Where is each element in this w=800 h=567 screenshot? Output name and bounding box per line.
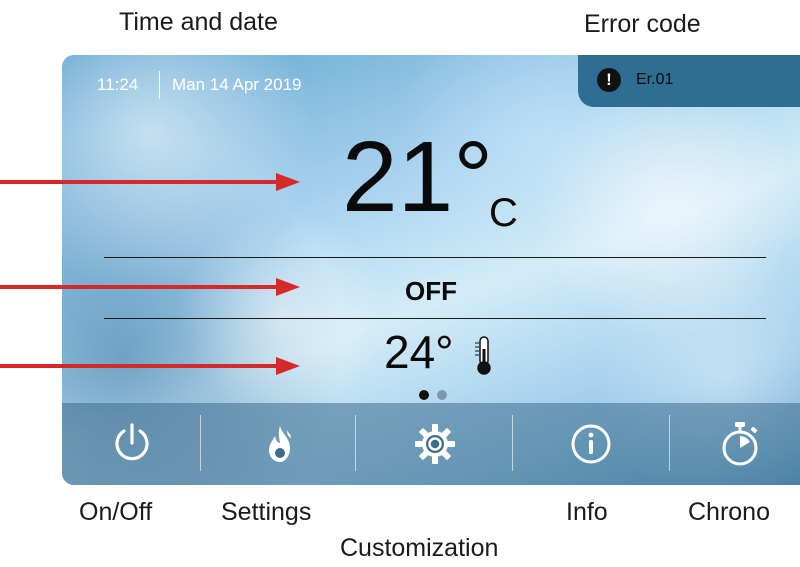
thermostat-screen: 11:24 Man 14 Apr 2019 ! Er.01 21° C OFF … [62,55,800,485]
label-settings: Settings [221,498,312,526]
nav-divider [512,415,513,471]
clock-time: 11:24 [97,75,139,94]
info-button[interactable] [521,403,661,485]
flame-icon [269,426,291,462]
time-date-divider [159,71,160,99]
chrono-button[interactable] [670,403,800,485]
callout-error-code: Error code [584,10,701,38]
nav-divider [200,415,201,471]
error-code-text: Er.01 [636,71,674,88]
info-icon [571,424,611,464]
label-on-off: On/Off [79,498,153,526]
setpoint-temperature[interactable]: 24° [384,327,454,377]
page-dot-active[interactable] [419,390,429,400]
on-off-button[interactable] [62,403,202,485]
clock-date: Man 14 Apr 2019 [172,75,302,94]
thermometer-icon [475,336,491,375]
arrow-to-room-temperature [0,173,300,191]
arrow-to-setpoint [0,357,300,375]
divider-bottom [104,318,766,319]
gear-icon [415,424,455,464]
bottom-nav-bar [62,403,800,485]
temperature-unit: C [489,191,518,235]
exclamation-icon: ! [597,68,621,92]
label-info: Info [566,498,608,526]
power-icon [115,423,149,461]
divider-top [104,257,766,258]
settings-button[interactable] [210,403,350,485]
customization-button[interactable] [365,403,505,485]
page-dot-inactive[interactable] [437,390,447,400]
nav-divider [355,415,356,471]
arrow-to-mode-status [0,278,300,296]
error-indicator[interactable]: ! Er.01 [578,55,800,107]
stopwatch-icon [722,422,758,466]
callout-time-and-date: Time and date [119,8,278,36]
room-temperature: 21° [342,121,494,233]
label-chrono: Chrono [688,498,770,526]
label-customization: Customization [340,534,499,562]
